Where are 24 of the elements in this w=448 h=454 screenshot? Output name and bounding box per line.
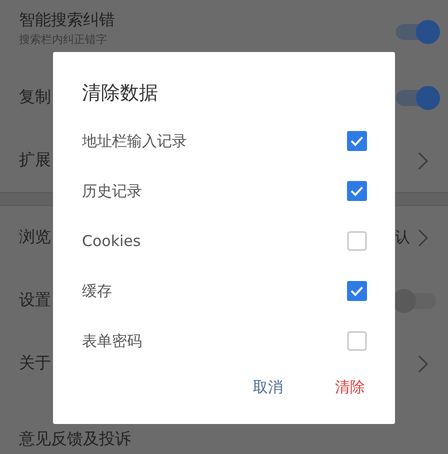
option-label: 缓存 — [82, 282, 112, 300]
cancel-button[interactable]: 取消 — [251, 374, 285, 401]
option-label: Cookies — [82, 232, 141, 250]
chevron-right-icon[interactable] — [418, 354, 428, 372]
checkbox[interactable] — [347, 331, 367, 351]
setting-label: 浏览 — [19, 227, 51, 248]
setting-label: 关于 — [19, 353, 51, 374]
clear-button[interactable]: 清除 — [333, 374, 367, 401]
option-label: 历史记录 — [82, 182, 142, 200]
dialog-title: 清除数据 — [82, 81, 159, 106]
checkbox[interactable] — [347, 281, 367, 301]
option-label: 地址栏输入记录 — [82, 132, 187, 150]
setting-value: 认 — [395, 228, 410, 247]
option-label: 表单密码 — [82, 332, 142, 350]
setting-label: 意见反馈及投诉 — [19, 429, 131, 450]
chevron-right-icon[interactable] — [418, 228, 428, 246]
checkbox[interactable] — [347, 131, 367, 151]
checkbox[interactable] — [347, 231, 367, 251]
checkbox[interactable] — [347, 181, 367, 201]
chevron-right-icon[interactable] — [418, 152, 428, 170]
setting-label: 智能搜索纠错 — [19, 10, 115, 31]
setting-label: 复制 — [19, 87, 51, 108]
setting-label: 设置 — [19, 290, 51, 311]
setting-label: 扩展 — [19, 150, 51, 171]
